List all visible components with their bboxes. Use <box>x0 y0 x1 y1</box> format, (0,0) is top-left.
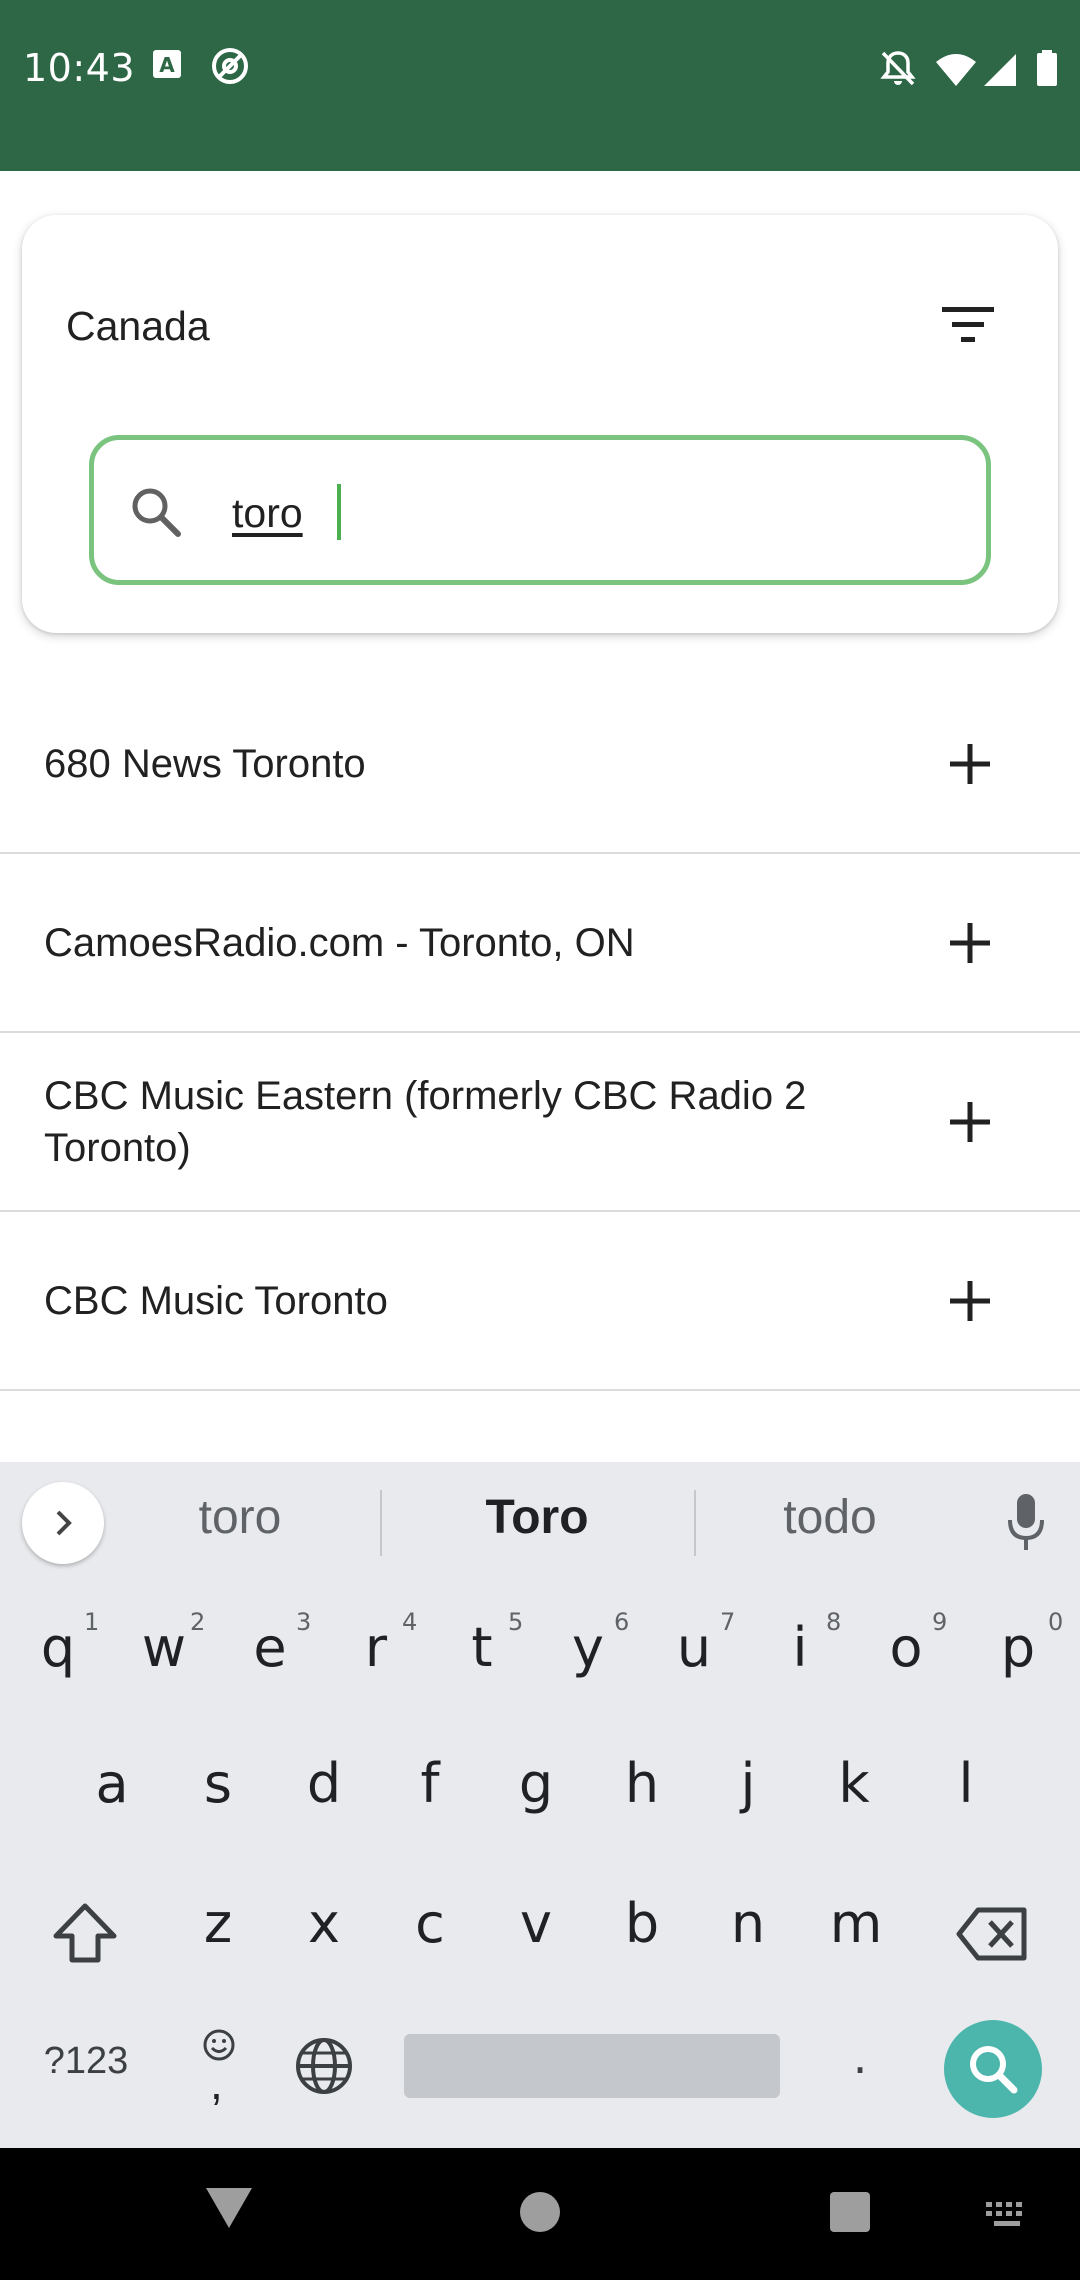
status-time: 10:43 <box>23 46 136 90</box>
country-selector[interactable]: Canada <box>66 303 210 350</box>
key-y[interactable]: y6 <box>538 1608 638 1679</box>
emoji-comma-key[interactable]: , <box>196 2028 242 2109</box>
station-name: CamoesRadio.com - Toronto, ON <box>44 920 635 965</box>
keys-area: q1 w2 e3 r4 t5 y6 u7 i8 o9 p0 a s d f g … <box>0 1582 1080 2148</box>
svg-text:A: A <box>159 53 175 77</box>
key-t[interactable]: t5 <box>432 1608 532 1679</box>
key-q[interactable]: q1 <box>8 1608 108 1679</box>
key-g[interactable]: g <box>486 1752 586 1815</box>
key-j[interactable]: j <box>698 1752 798 1815</box>
comma-label: , <box>210 2057 223 2109</box>
signal-icon <box>984 54 1016 86</box>
suggestion-2[interactable]: Toro <box>407 1490 667 1545</box>
space-bar[interactable] <box>404 2034 780 2098</box>
navigation-bar <box>0 2148 1080 2280</box>
a-square-icon: A <box>153 50 181 78</box>
at-icon <box>212 48 248 84</box>
station-name: CBC Music Toronto <box>44 1278 388 1323</box>
list-item[interactable]: 680 News Toronto <box>0 675 1080 854</box>
suggestion-divider <box>380 1490 382 1556</box>
list-item[interactable]: CamoesRadio.com - Toronto, ON <box>0 854 1080 1033</box>
key-x[interactable]: x <box>274 1892 374 1955</box>
home-icon[interactable] <box>518 2190 562 2234</box>
soft-keyboard: toro Toro todo q1 w2 e3 r4 t5 y6 u7 i8 o… <box>0 1462 1080 2148</box>
key-u[interactable]: u7 <box>644 1608 744 1679</box>
station-list: 680 News Toronto CamoesRadio.com - Toron… <box>0 675 1080 1471</box>
microphone-icon[interactable] <box>1006 1492 1046 1552</box>
bell-off-icon <box>880 51 916 86</box>
key-l[interactable]: l <box>916 1752 1016 1815</box>
key-r[interactable]: r4 <box>326 1608 426 1679</box>
backspace-icon[interactable] <box>956 1906 1028 1962</box>
keyboard-icon[interactable] <box>984 2200 1030 2230</box>
key-k[interactable]: k <box>804 1752 904 1815</box>
filter-icon[interactable] <box>940 303 996 347</box>
list-item[interactable]: CBC Music Toronto <box>0 1212 1080 1391</box>
search-icon <box>970 2046 1018 2094</box>
key-b[interactable]: b <box>592 1892 692 1955</box>
key-c[interactable]: c <box>380 1892 480 1955</box>
suggestion-1[interactable]: toro <box>110 1490 370 1545</box>
plus-icon[interactable] <box>946 1277 994 1325</box>
key-f[interactable]: f <box>380 1752 480 1815</box>
key-a[interactable]: a <box>62 1752 162 1815</box>
key-o[interactable]: o9 <box>856 1608 956 1679</box>
key-w[interactable]: w2 <box>114 1608 214 1679</box>
shift-icon[interactable] <box>50 1902 120 1966</box>
key-p[interactable]: p0 <box>968 1608 1068 1679</box>
suggestion-3[interactable]: todo <box>700 1490 960 1545</box>
key-d[interactable]: d <box>274 1752 374 1815</box>
key-period[interactable]: . <box>810 2030 910 2084</box>
key-s[interactable]: s <box>168 1752 268 1815</box>
status-bar: 10:43 A <box>0 0 1080 171</box>
text-cursor <box>337 484 341 540</box>
suggestion-divider <box>694 1490 696 1556</box>
search-input[interactable]: toro <box>232 490 303 537</box>
plus-icon[interactable] <box>946 1098 994 1146</box>
key-i[interactable]: i8 <box>750 1608 850 1679</box>
symbols-key[interactable]: ?123 <box>36 2040 136 2083</box>
list-item[interactable] <box>0 1391 1080 1471</box>
key-e[interactable]: e3 <box>220 1608 320 1679</box>
station-name: 680 News Toronto <box>44 741 366 786</box>
key-h[interactable]: h <box>592 1752 692 1815</box>
expand-toolbar-button[interactable] <box>22 1482 104 1564</box>
filter-card: Canada toro <box>22 215 1058 633</box>
key-z[interactable]: z <box>168 1892 268 1955</box>
plus-icon[interactable] <box>946 919 994 967</box>
chevron-right-icon <box>56 1510 72 1536</box>
wifi-icon <box>936 54 976 86</box>
recents-icon[interactable] <box>828 2190 872 2234</box>
list-item[interactable]: CBC Music Eastern (formerly CBC Radio 2 … <box>0 1033 1080 1212</box>
station-name: CBC Music Eastern (formerly CBC Radio 2 … <box>44 1073 807 1170</box>
battery-icon <box>1037 50 1057 86</box>
key-n[interactable]: n <box>698 1892 798 1955</box>
plus-icon[interactable] <box>946 740 994 788</box>
search-action-button[interactable] <box>944 2020 1042 2118</box>
search-icon <box>132 488 181 537</box>
key-m[interactable]: m <box>806 1892 906 1955</box>
globe-icon[interactable] <box>294 2036 354 2096</box>
suggestion-bar: toro Toro todo <box>0 1462 1080 1582</box>
key-v[interactable]: v <box>486 1892 586 1955</box>
back-icon[interactable] <box>204 2186 254 2230</box>
search-field[interactable]: toro <box>89 435 991 585</box>
